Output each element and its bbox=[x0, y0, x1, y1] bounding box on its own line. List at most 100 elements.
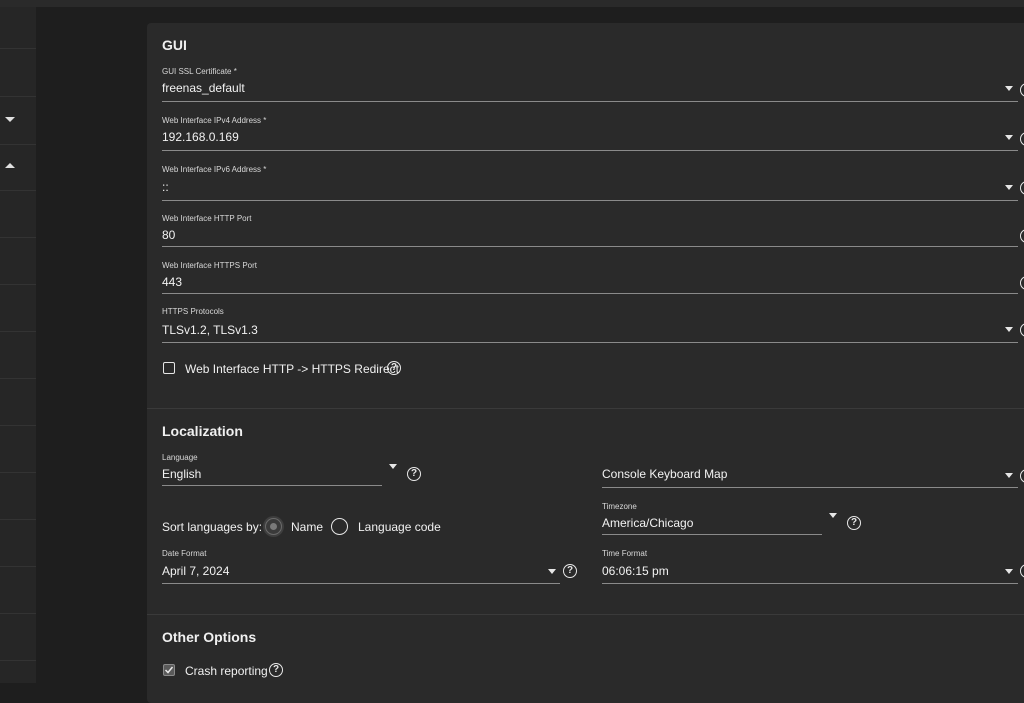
field-label: GUI SSL Certificate * bbox=[162, 67, 237, 76]
chevron-down-icon[interactable] bbox=[1005, 135, 1013, 140]
section-title-localization: Localization bbox=[162, 423, 243, 439]
chevron-down-icon[interactable] bbox=[1005, 86, 1013, 91]
field-value: 06:06:15 pm bbox=[602, 564, 669, 578]
field-value: freenas_default bbox=[162, 81, 245, 95]
field-value: 80 bbox=[162, 228, 176, 242]
chevron-down-icon[interactable] bbox=[1005, 569, 1013, 574]
field-label: Web Interface IPv4 Address * bbox=[162, 116, 267, 125]
chevron-down-icon[interactable] bbox=[389, 464, 397, 469]
ipv4-address-select[interactable]: Web Interface IPv4 Address * 192.168.0.1… bbox=[162, 116, 1022, 152]
field-value: TLSv1.2, TLSv1.3 bbox=[162, 323, 258, 337]
field-value: :: bbox=[162, 180, 169, 194]
field-underline bbox=[602, 487, 1018, 488]
field-underline bbox=[162, 101, 1018, 102]
field-underline bbox=[162, 342, 1018, 343]
field-value: 192.168.0.169 bbox=[162, 130, 239, 144]
sidebar-item[interactable] bbox=[0, 7, 36, 49]
sidebar-item[interactable] bbox=[0, 614, 36, 661]
field-label: Web Interface HTTPS Port bbox=[162, 261, 257, 270]
help-circle-icon[interactable]: ? bbox=[1020, 132, 1024, 146]
field-label: Timezone bbox=[602, 502, 637, 511]
field-value: English bbox=[162, 467, 202, 481]
field-underline bbox=[162, 246, 1018, 247]
field-label: Web Interface IPv6 Address * bbox=[162, 165, 267, 174]
field-underline bbox=[162, 485, 382, 486]
date-format-select[interactable]: Date Format April 7, 2024 bbox=[162, 549, 562, 585]
checkmark-icon bbox=[164, 666, 174, 674]
sidebar-item[interactable] bbox=[0, 426, 36, 473]
sort-by-code-label: Language code bbox=[358, 520, 441, 534]
sidebar-item[interactable] bbox=[0, 285, 36, 332]
console-keyboard-map-select[interactable]: Console Keyboard Map bbox=[602, 461, 1022, 489]
field-underline bbox=[162, 150, 1018, 151]
help-circle-icon[interactable]: ? bbox=[1020, 181, 1024, 195]
section-divider bbox=[147, 614, 1024, 615]
sort-by-name-label: Name bbox=[291, 520, 324, 534]
field-label: Language bbox=[162, 453, 198, 462]
sort-by-code-radio[interactable] bbox=[331, 518, 348, 535]
section-title-gui: GUI bbox=[162, 37, 187, 53]
sidebar bbox=[0, 7, 36, 683]
sidebar-item[interactable] bbox=[0, 332, 36, 379]
help-circle-icon[interactable]: ? bbox=[1020, 469, 1024, 483]
help-circle-icon[interactable]: ? bbox=[847, 516, 861, 530]
sidebar-item[interactable] bbox=[0, 238, 36, 285]
field-placeholder: Console Keyboard Map bbox=[602, 467, 728, 481]
chevron-down-icon[interactable] bbox=[1005, 185, 1013, 190]
help-circle-icon[interactable]: ? bbox=[1020, 564, 1024, 578]
field-value: 443 bbox=[162, 275, 183, 289]
sidebar-item[interactable] bbox=[0, 97, 36, 145]
help-circle-icon[interactable]: ? bbox=[1020, 229, 1024, 243]
help-circle-icon[interactable]: ? bbox=[387, 361, 401, 375]
field-underline bbox=[162, 293, 1018, 294]
https-redirect-label: Web Interface HTTP -> HTTPS Redirect bbox=[185, 362, 399, 376]
help-circle-icon[interactable]: ? bbox=[563, 564, 577, 578]
https-redirect-checkbox[interactable] bbox=[163, 362, 175, 374]
ssl-certificate-select[interactable]: GUI SSL Certificate * freenas_default bbox=[162, 67, 1022, 103]
timezone-select[interactable]: Timezone America/Chicago bbox=[602, 502, 824, 536]
sidebar-item[interactable] bbox=[0, 145, 36, 191]
help-circle-icon[interactable]: ? bbox=[269, 663, 283, 677]
general-settings-card: GUI GUI SSL Certificate * freenas_defaul… bbox=[147, 23, 1024, 703]
chevron-down-icon[interactable] bbox=[548, 569, 556, 574]
sidebar-item[interactable] bbox=[0, 49, 36, 97]
http-port-input[interactable]: Web Interface HTTP Port 80 bbox=[162, 214, 1022, 248]
chevron-down-icon[interactable] bbox=[5, 117, 15, 122]
ipv6-address-select[interactable]: Web Interface IPv6 Address * :: bbox=[162, 165, 1022, 201]
field-value: April 7, 2024 bbox=[162, 564, 230, 578]
section-title-other-options: Other Options bbox=[162, 629, 257, 645]
sort-by-name-radio[interactable] bbox=[265, 518, 282, 535]
chevron-down-icon[interactable] bbox=[1005, 473, 1013, 478]
chevron-down-icon[interactable] bbox=[829, 513, 837, 518]
sidebar-item[interactable] bbox=[0, 191, 36, 238]
sort-languages-label: Sort languages by: bbox=[162, 520, 263, 534]
gutter bbox=[36, 7, 148, 683]
sidebar-item[interactable] bbox=[0, 520, 36, 567]
top-bar bbox=[0, 0, 1024, 7]
field-label: Date Format bbox=[162, 549, 207, 558]
https-port-input[interactable]: Web Interface HTTPS Port 443 bbox=[162, 261, 1022, 295]
help-circle-icon[interactable]: ? bbox=[1020, 83, 1024, 97]
help-circle-icon[interactable]: ? bbox=[407, 467, 421, 481]
sidebar-item[interactable] bbox=[0, 379, 36, 426]
field-value: America/Chicago bbox=[602, 516, 694, 530]
time-format-select[interactable]: Time Format 06:06:15 pm bbox=[602, 549, 1022, 585]
crash-reporting-label: Crash reporting bbox=[185, 664, 268, 678]
language-select[interactable]: Language English bbox=[162, 453, 384, 487]
field-label: Web Interface HTTP Port bbox=[162, 214, 252, 223]
field-underline bbox=[602, 583, 1018, 584]
crash-reporting-checkbox[interactable] bbox=[163, 664, 175, 676]
field-underline bbox=[162, 200, 1018, 201]
field-underline bbox=[602, 534, 822, 535]
help-circle-icon[interactable]: ? bbox=[1020, 323, 1024, 337]
field-underline bbox=[162, 583, 560, 584]
field-label: HTTPS Protocols bbox=[162, 307, 224, 316]
chevron-down-icon[interactable] bbox=[1005, 327, 1013, 332]
section-divider bbox=[147, 408, 1024, 409]
sidebar-item[interactable] bbox=[0, 473, 36, 520]
chevron-up-icon[interactable] bbox=[5, 163, 15, 168]
https-protocols-select[interactable]: HTTPS Protocols TLSv1.2, TLSv1.3 bbox=[162, 307, 1022, 343]
field-label: Time Format bbox=[602, 549, 648, 558]
sidebar-item[interactable] bbox=[0, 567, 36, 614]
help-circle-icon[interactable]: ? bbox=[1020, 276, 1024, 290]
